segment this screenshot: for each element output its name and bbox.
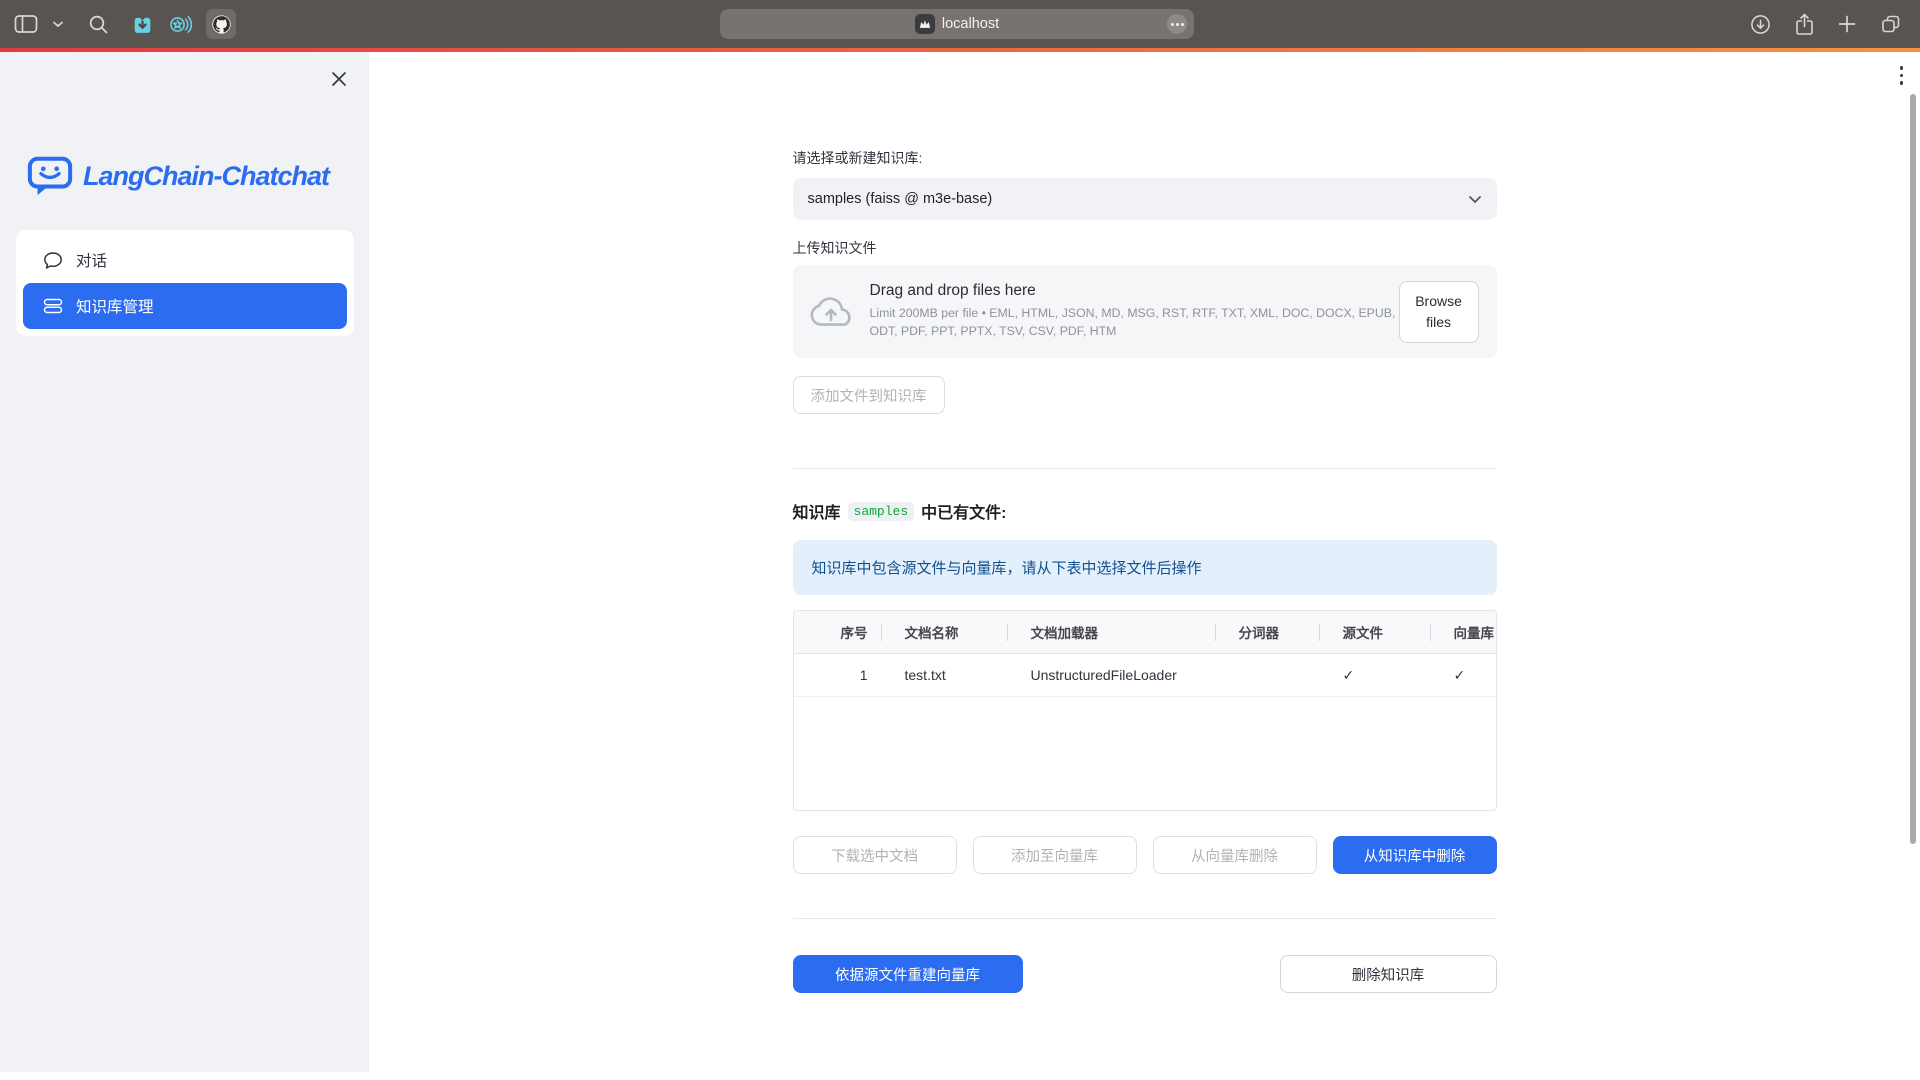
kb-name-code: samples xyxy=(848,502,915,521)
kb-files-table[interactable]: 序号 文档名称 文档加载器 分词器 源文件 向量库 1 test.txt Uns… xyxy=(793,610,1497,811)
main-content: 请选择或新建知识库: samples (faiss @ m3e-base) 上传… xyxy=(369,52,1920,1080)
rings-extension-icon[interactable] xyxy=(168,13,192,36)
url-text: localhost xyxy=(942,16,999,32)
uploader-texts: Drag and drop files here Limit 200MB per… xyxy=(870,282,1399,341)
cell-source-check: ✓ xyxy=(1319,654,1430,696)
kb-files-heading-suffix: 中已有文件: xyxy=(921,499,1006,523)
kb-files-heading-prefix: 知识库 xyxy=(793,499,841,523)
cat-catch-extension-icon[interactable] xyxy=(131,13,154,36)
downloads-icon[interactable] xyxy=(1750,14,1771,35)
site-favicon xyxy=(915,14,935,34)
knowledge-base-icon xyxy=(43,297,63,315)
new-tab-icon[interactable] xyxy=(1838,15,1856,33)
delete-kb-button[interactable]: 删除知识库 xyxy=(1280,955,1497,993)
upload-section-label: 上传知识文件 xyxy=(793,238,1497,258)
col-header-source: 源文件 xyxy=(1319,611,1430,653)
kb-select-value: samples (faiss @ m3e-base) xyxy=(808,191,993,207)
sidebar: LangChain-Chatchat 对话 知识库管理 xyxy=(0,52,369,1072)
sidebar-nav: 对话 知识库管理 xyxy=(16,230,354,336)
delete-from-kb-button[interactable]: 从知识库中删除 xyxy=(1333,836,1497,874)
sidebar-item-knowledge-base[interactable]: 知识库管理 xyxy=(23,283,347,329)
rebuild-vector-store-button[interactable]: 依据源文件重建向量库 xyxy=(793,955,1023,993)
vertical-scrollbar[interactable] xyxy=(1910,94,1916,844)
sidebar-item-label: 对话 xyxy=(76,249,107,271)
app-logo: LangChain-Chatchat xyxy=(27,155,329,197)
app-logo-text: LangChain-Chatchat xyxy=(83,161,329,192)
uploader-title: Drag and drop files here xyxy=(870,282,1399,300)
more-options-icon[interactable] xyxy=(1167,14,1187,34)
table-header-row: 序号 文档名称 文档加载器 分词器 源文件 向量库 xyxy=(794,611,1496,654)
add-files-to-kb-button[interactable]: 添加文件到知识库 xyxy=(793,376,945,414)
add-to-vector-store-button[interactable]: 添加至向量库 xyxy=(973,836,1137,874)
table-row[interactable]: 1 test.txt UnstructuredFileLoader ✓ ✓ xyxy=(794,654,1496,697)
col-header-splitter: 分词器 xyxy=(1215,611,1319,653)
chevron-down-icon xyxy=(1468,195,1482,204)
cell-splitter xyxy=(1215,654,1319,696)
share-icon[interactable] xyxy=(1795,13,1814,36)
sidebar-item-label: 知识库管理 xyxy=(76,295,154,317)
close-sidebar-icon[interactable] xyxy=(330,70,348,88)
sidebar-toggle-icon[interactable] xyxy=(14,14,38,34)
kb-files-heading: 知识库 samples 中已有文件: xyxy=(793,499,1497,523)
search-icon[interactable] xyxy=(88,14,109,35)
uploader-limit-text: Limit 200MB per file • EML, HTML, JSON, … xyxy=(870,305,1399,341)
chat-bubble-icon xyxy=(43,251,63,270)
download-selected-button[interactable]: 下载选中文档 xyxy=(793,836,957,874)
address-bar[interactable]: localhost xyxy=(720,9,1194,39)
divider xyxy=(793,918,1497,919)
col-header-index: 序号 xyxy=(794,611,881,653)
streamlit-menu-icon[interactable] xyxy=(1900,66,1904,85)
sidebar-item-chat[interactable]: 对话 xyxy=(23,237,347,283)
browse-files-button[interactable]: Browse files xyxy=(1399,281,1479,343)
cell-vector-check: ✓ xyxy=(1430,654,1496,696)
col-header-name: 文档名称 xyxy=(881,611,1007,653)
kb-select[interactable]: samples (faiss @ m3e-base) xyxy=(793,178,1497,220)
chevron-down-icon[interactable] xyxy=(52,20,64,28)
file-uploader-dropzone[interactable]: Drag and drop files here Limit 200MB per… xyxy=(793,265,1497,358)
cloud-upload-icon xyxy=(809,295,853,329)
info-message: 知识库中包含源文件与向量库，请从下表中选择文件后操作 xyxy=(793,540,1497,595)
kb-bottom-actions: 依据源文件重建向量库 删除知识库 xyxy=(793,955,1497,993)
cell-index: 1 xyxy=(794,654,881,696)
col-header-loader: 文档加载器 xyxy=(1007,611,1215,653)
divider xyxy=(793,468,1497,469)
chatchat-logo-icon xyxy=(27,155,73,197)
delete-from-vector-store-button[interactable]: 从向量库删除 xyxy=(1153,836,1317,874)
col-header-vector: 向量库 xyxy=(1430,611,1496,653)
cell-name: test.txt xyxy=(881,654,1007,696)
browser-toolbar: localhost xyxy=(0,0,1920,48)
cell-loader: UnstructuredFileLoader xyxy=(1007,654,1215,696)
kb-select-label: 请选择或新建知识库: xyxy=(793,148,1497,168)
github-extension-icon[interactable] xyxy=(206,9,236,39)
table-actions: 下载选中文档 添加至向量库 从向量库删除 从知识库中删除 xyxy=(793,836,1497,874)
tabs-overview-icon[interactable] xyxy=(1880,13,1902,35)
